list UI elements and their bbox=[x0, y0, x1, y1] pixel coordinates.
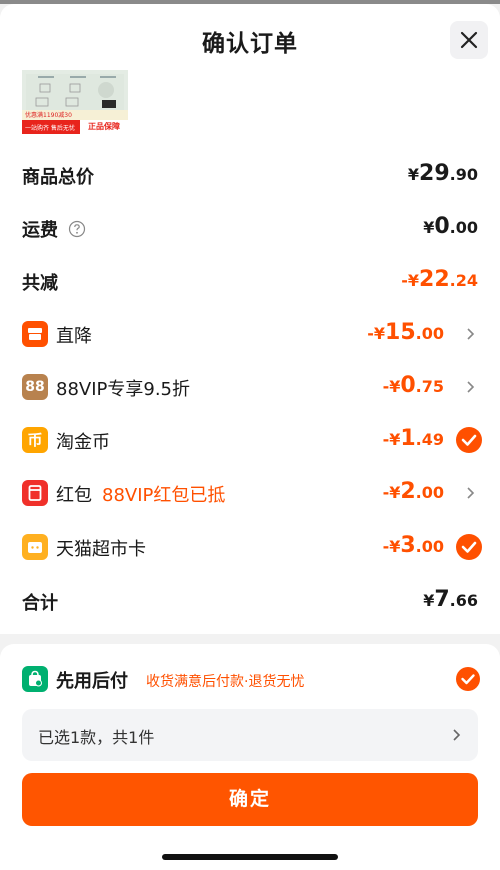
product-thumbnail[interactable]: 优惠满1190减30 一站购齐 售后无忧 正品保障 bbox=[22, 70, 128, 134]
discount-value: -¥2.00 bbox=[382, 479, 444, 504]
shipping-label: 运费 bbox=[22, 216, 86, 242]
88vip-icon: 88 bbox=[22, 374, 48, 400]
promo-strip: 优惠满1190减30 bbox=[22, 110, 128, 120]
shipping-row: 运费 ¥0.00 bbox=[22, 213, 478, 243]
page-title: 确认订单 bbox=[202, 31, 298, 57]
order-sheet: 确认订单 优惠满1190减30 一站购齐 售后无忧 正品保障 商品总价 ¥29.… bbox=[0, 4, 500, 634]
promo-text: 优惠满1190减30 bbox=[25, 112, 72, 119]
discount-value: -¥0.75 bbox=[382, 373, 444, 398]
selection-text: 已选1款，共1件 bbox=[38, 728, 155, 747]
service-text: 一站购齐 售后无忧 bbox=[25, 125, 75, 132]
card-icon bbox=[22, 534, 48, 560]
discount-label: 天猫超市卡 bbox=[56, 539, 146, 560]
total-discount-row: 共减 -¥22.24 bbox=[22, 266, 478, 296]
discount-row-supermarket-card[interactable]: 天猫超市卡 -¥3.00 bbox=[22, 532, 482, 562]
close-icon bbox=[460, 31, 478, 49]
pay-later-subtitle: 收货满意后付款·退货无忧 bbox=[146, 674, 305, 690]
discount-row-coin[interactable]: 币 淘金币 -¥1.49 bbox=[22, 425, 482, 455]
total-discount-value: -¥22.24 bbox=[401, 267, 478, 292]
total-price-row: 商品总价 ¥29.90 bbox=[22, 160, 478, 190]
grand-total-label: 合计 bbox=[22, 593, 58, 614]
discount-label: 88VIP专享9.5折 bbox=[56, 379, 191, 400]
product-image-pattern bbox=[26, 74, 124, 110]
discount-value: -¥1.49 bbox=[382, 426, 444, 451]
confirm-button[interactable]: 确定 bbox=[22, 773, 478, 826]
pay-later-checkbox[interactable] bbox=[456, 667, 480, 691]
discount-row-direct[interactable]: 直降 -¥15.00 bbox=[22, 319, 478, 349]
store-icon bbox=[22, 321, 48, 347]
close-button[interactable] bbox=[450, 21, 488, 59]
help-icon[interactable] bbox=[68, 220, 86, 238]
home-indicator bbox=[162, 854, 338, 860]
shipping-value: ¥0.00 bbox=[423, 214, 478, 239]
chevron-right-icon bbox=[467, 381, 475, 393]
genuine-badge: 正品保障 bbox=[80, 120, 128, 134]
discount-label: 淘金币 bbox=[56, 432, 110, 453]
bag-icon bbox=[22, 666, 48, 692]
grand-total-value: ¥7.66 bbox=[423, 587, 478, 612]
discount-value: -¥3.00 bbox=[382, 533, 444, 558]
coin-icon: 币 bbox=[22, 427, 48, 453]
chevron-right-icon bbox=[453, 729, 461, 741]
discount-label: 红包 88VIP红包已抵 bbox=[56, 485, 226, 506]
checkmark-icon[interactable] bbox=[456, 427, 482, 453]
payment-panel: 先用后付 收货满意后付款·退货无忧 已选1款，共1件 确定 bbox=[0, 644, 500, 870]
discount-value: -¥15.00 bbox=[367, 320, 444, 345]
discount-row-red-packet[interactable]: 红包 88VIP红包已抵 -¥2.00 bbox=[22, 478, 478, 508]
total-discount-label: 共减 bbox=[22, 273, 58, 294]
selection-summary[interactable]: 已选1款，共1件 bbox=[22, 709, 478, 761]
discount-label: 直降 bbox=[56, 326, 92, 347]
discount-row-88vip[interactable]: 88 88VIP专享9.5折 -¥0.75 bbox=[22, 372, 478, 402]
red-packet-icon bbox=[22, 480, 48, 506]
chevron-right-icon bbox=[467, 328, 475, 340]
total-price-value: ¥29.90 bbox=[407, 161, 478, 186]
vip-redpacket-note: 88VIP红包已抵 bbox=[102, 485, 226, 506]
grand-total-row: 合计 ¥7.66 bbox=[22, 586, 478, 616]
checkmark-icon[interactable] bbox=[456, 534, 482, 560]
pay-later-title: 先用后付 bbox=[56, 671, 128, 692]
chevron-right-icon bbox=[467, 487, 475, 499]
total-price-label: 商品总价 bbox=[22, 167, 94, 188]
